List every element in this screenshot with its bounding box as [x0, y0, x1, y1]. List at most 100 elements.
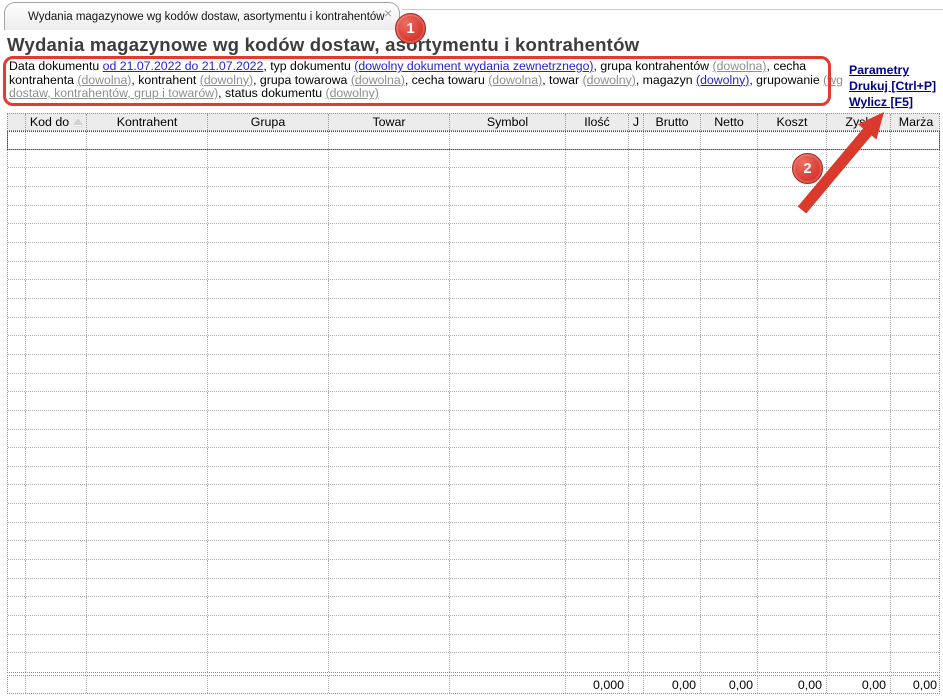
table-row[interactable]: [8, 242, 939, 262]
action-link-parametry[interactable]: Parametry: [849, 62, 936, 78]
table-cell: [629, 541, 644, 560]
table-row[interactable]: [8, 280, 939, 299]
table-cell: [208, 168, 329, 186]
column-header-symbol[interactable]: Symbol: [450, 114, 566, 130]
table-row[interactable]: [8, 317, 939, 337]
table-row[interactable]: [8, 205, 939, 225]
table-row[interactable]: [8, 131, 939, 150]
table-row[interactable]: [8, 261, 939, 281]
table-cell: [644, 429, 701, 448]
column-header-label: Zysk: [845, 115, 872, 129]
table-row[interactable]: [8, 373, 939, 393]
table-row[interactable]: [8, 541, 939, 561]
column-header-j[interactable]: J: [629, 114, 644, 130]
table-cell: [758, 522, 827, 541]
table-row[interactable]: [8, 298, 939, 318]
table-row[interactable]: [8, 560, 939, 579]
column-header-blank[interactable]: [8, 114, 26, 130]
table-cell: [208, 354, 329, 373]
parameter-link[interactable]: (dowolny): [583, 73, 636, 87]
table-cell: [208, 578, 329, 597]
table-cell: [450, 224, 566, 242]
parameter-link[interactable]: (dowolna): [351, 73, 405, 87]
tab-title: Wydania magazynowe wg kodów dostaw, asor…: [28, 11, 385, 23]
table-row[interactable]: [8, 410, 939, 430]
column-header-marża[interactable]: Marża: [891, 114, 941, 130]
table-cell: [701, 336, 758, 354]
table-row[interactable]: [8, 224, 939, 243]
column-header-towar[interactable]: Towar: [329, 114, 450, 130]
table-cell: [566, 448, 629, 466]
column-header-grupa[interactable]: Grupa: [208, 114, 329, 130]
parameter-link[interactable]: (dowolna): [712, 59, 766, 73]
parameter-link[interactable]: (dowolna): [77, 73, 131, 87]
action-link-drukuj-ctrl-p[interactable]: Drukuj [Ctrl+P]: [849, 78, 936, 94]
report-window: Wydania magazynowe wg kodów dostaw, asor…: [0, 0, 943, 696]
table-cell: [8, 616, 26, 634]
column-header-brutto[interactable]: Brutto: [644, 114, 701, 130]
parameter-link[interactable]: (dowolny dokument wydania zewnetrznego): [354, 59, 593, 73]
close-icon[interactable]: ×: [384, 6, 392, 20]
total-j: [629, 676, 644, 693]
table-row[interactable]: [8, 616, 939, 635]
table-row[interactable]: [8, 336, 939, 355]
table-cell: [827, 224, 891, 242]
table-cell: [87, 317, 208, 336]
table-cell: [629, 149, 644, 168]
action-link-wylicz-f5[interactable]: Wylicz [F5]: [849, 94, 936, 110]
column-header-label: Brutto: [655, 115, 689, 129]
table-cell: [644, 131, 701, 149]
table-row[interactable]: [8, 597, 939, 617]
table-cell: [450, 448, 566, 466]
table-row[interactable]: [8, 448, 939, 467]
table-cell: [87, 205, 208, 224]
table-cell: [329, 298, 450, 317]
parameter-link[interactable]: dostaw, kontrahentów, grup i towarów): [9, 86, 218, 100]
table-row[interactable]: [8, 466, 939, 486]
table-cell: [891, 355, 941, 373]
table-row[interactable]: [8, 354, 941, 374]
table-cell: [644, 634, 701, 653]
table-cell: [758, 131, 827, 149]
table-cell: [26, 522, 87, 541]
table-cell: [208, 616, 329, 634]
table-row[interactable]: [8, 429, 941, 449]
parameter-link[interactable]: (dowolny): [200, 73, 253, 87]
table-cell: [701, 168, 758, 186]
parameter-link[interactable]: (dowolny): [696, 73, 749, 87]
table-cell: [329, 317, 450, 336]
parameter-link[interactable]: (wg: [823, 73, 843, 87]
parameter-link[interactable]: (dowolny): [326, 86, 379, 100]
column-header-zysk[interactable]: Zysk: [827, 114, 891, 130]
parameter-link[interactable]: od 21.07.2022 do 21.07.2022: [103, 59, 264, 73]
table-cell: [8, 242, 26, 261]
table-cell: [566, 261, 629, 280]
table-cell: [26, 354, 87, 373]
table-cell: [758, 298, 827, 317]
table-row[interactable]: [8, 485, 939, 505]
table-row[interactable]: [8, 392, 939, 411]
table-cell: [629, 466, 644, 485]
column-header-koszt[interactable]: Koszt: [758, 114, 827, 130]
column-header-kontrahent[interactable]: Kontrahent: [87, 114, 208, 130]
table-row[interactable]: [8, 578, 939, 598]
table-cell: [827, 354, 891, 373]
column-header-kod do[interactable]: Kod do: [26, 114, 87, 130]
table-cell: [891, 430, 941, 448]
table-row[interactable]: [8, 634, 939, 654]
table-cell: [8, 280, 26, 298]
table-row[interactable]: [8, 653, 939, 673]
table-row[interactable]: [8, 522, 939, 542]
table-row[interactable]: [8, 504, 939, 523]
column-header-netto[interactable]: Netto: [701, 114, 758, 130]
parameter-link[interactable]: (dowolna): [488, 73, 542, 87]
column-header-ilość[interactable]: Ilość: [566, 114, 629, 130]
table-cell: [8, 504, 26, 522]
table-row[interactable]: [8, 186, 939, 206]
report-tab[interactable]: Wydania magazynowe wg kodów dostaw, asor…: [4, 2, 400, 30]
table-cell: [891, 131, 941, 149]
table-cell: [450, 205, 566, 224]
table-cell: [566, 485, 629, 504]
table-cell: [644, 560, 701, 578]
table-cell: [827, 634, 891, 653]
